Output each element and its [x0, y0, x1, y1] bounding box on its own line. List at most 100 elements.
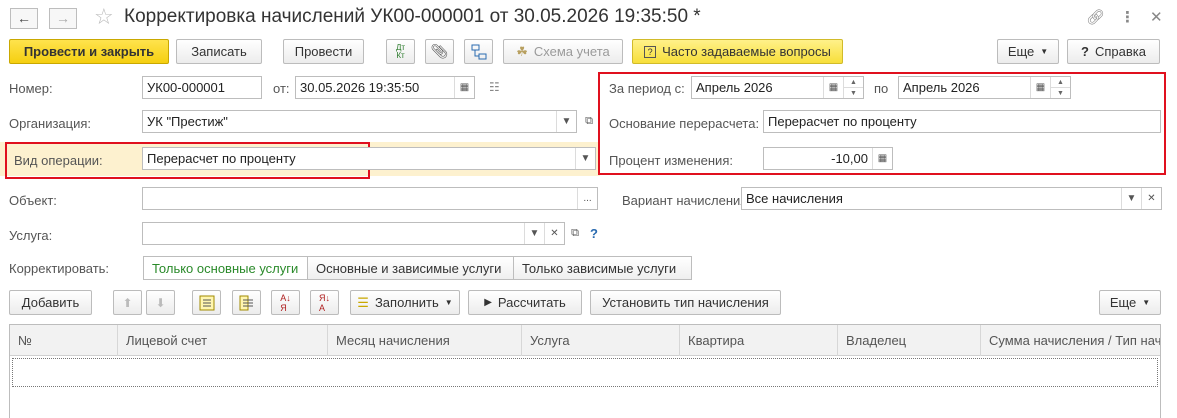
more-vertical-icon[interactable]: ⋮ [1120, 8, 1135, 26]
dt-kt-icon: Дт Кт [395, 42, 406, 60]
service-label: Услуга: [9, 228, 53, 243]
percent-field[interactable]: -10,00 ▦ [763, 147, 893, 170]
accounting-scheme-button[interactable]: ☘ Схема учета [503, 39, 623, 64]
calculate-button[interactable]: ▶ Рассчитать [468, 290, 582, 315]
structure-icon [471, 44, 486, 59]
open-icon[interactable]: ⧉ [566, 222, 584, 245]
variant-field[interactable]: Все начисления ▼ ✕ [741, 187, 1162, 210]
spin-buttons[interactable]: ▲ ▼ [1050, 77, 1070, 98]
column-apartment[interactable]: Квартира [680, 325, 838, 356]
column-number[interactable]: № [10, 325, 118, 356]
number-label: Номер: [9, 81, 53, 96]
dropdown-icon[interactable]: ▼ [556, 111, 576, 132]
table-more-button[interactable]: Еще ▼ [1099, 290, 1161, 315]
period-to-field[interactable]: Апрель 2026 ▦ ▲ ▼ [898, 76, 1071, 99]
period-label: За период с: [609, 81, 685, 96]
question-icon: ? [644, 45, 657, 58]
clear-icon[interactable]: ✕ [544, 223, 564, 244]
operation-label: Вид операции: [14, 153, 103, 168]
table-more-label: Еще [1109, 295, 1137, 310]
link-icon[interactable]: 🔗︎ [1086, 8, 1105, 26]
sort-asc-icon: А↓ Я [280, 292, 291, 313]
set-type-button[interactable]: Установить тип начисления [590, 290, 781, 315]
calculator-icon[interactable]: ▦ [872, 148, 892, 169]
operation-field[interactable]: Перерасчет по проценту ▼ [142, 147, 596, 170]
table-row[interactable] [12, 358, 1158, 387]
close-icon[interactable]: ✕ [1150, 8, 1163, 26]
uncheck-all-button[interactable] [232, 290, 261, 315]
paperclip-icon: 📎︎ [430, 43, 449, 59]
select-icon[interactable]: ... [577, 188, 597, 209]
fill-label: Заполнить [374, 295, 439, 310]
service-help-icon[interactable]: ? [590, 226, 598, 241]
date-value: 30.05.2026 19:35:50 [300, 80, 420, 95]
correct-label: Корректировать: [9, 261, 110, 276]
forward-button[interactable]: → [49, 8, 77, 29]
variant-label: Вариант начисления: [622, 193, 751, 208]
org-value: УК "Престиж" [147, 114, 228, 129]
accounting-scheme-label: Схема учета [533, 44, 610, 59]
org-field[interactable]: УК "Престиж" ▼ [142, 110, 577, 133]
save-button[interactable]: Записать [176, 39, 262, 64]
uncheck-all-icon [239, 295, 253, 310]
open-icon[interactable]: ⧉ [580, 110, 598, 133]
column-month[interactable]: Месяц начисления [328, 325, 522, 356]
sort-asc-button[interactable]: А↓ Я [271, 290, 300, 315]
period-to-value: Апрель 2026 [903, 80, 980, 95]
table-header: № Лицевой счет Месяц начисления Услуга К… [10, 325, 1160, 356]
post-button[interactable]: Провести [283, 39, 364, 64]
play-icon: ▶ [484, 297, 492, 308]
more-button[interactable]: Еще ▼ [997, 39, 1059, 64]
segment-dependent-only[interactable]: Только зависимые услуги [513, 256, 692, 280]
number-value: УК00-000001 [147, 80, 225, 95]
clear-icon[interactable]: ✕ [1141, 188, 1161, 209]
accruals-table[interactable]: № Лицевой счет Месяц начисления Услуга К… [9, 324, 1161, 418]
service-field[interactable]: ▼ ✕ [142, 222, 565, 245]
help-button[interactable]: ? Справка [1067, 39, 1160, 64]
dropdown-icon[interactable]: ▼ [575, 148, 595, 169]
column-owner[interactable]: Владелец [838, 325, 981, 356]
basis-field[interactable]: Перерасчет по проценту [763, 110, 1161, 133]
move-down-button[interactable]: ⬇︎ [146, 290, 175, 315]
calendar-icon[interactable]: ▦ [454, 77, 474, 98]
column-amount[interactable]: Сумма начисления / Тип нач [981, 325, 1160, 356]
calendar-icon[interactable]: ▦ [1030, 77, 1050, 98]
faq-button[interactable]: ? Часто задаваемые вопросы [632, 39, 843, 64]
column-account[interactable]: Лицевой счет [118, 325, 328, 356]
move-up-button[interactable]: ⬆︎ [113, 290, 142, 315]
number-field[interactable]: УК00-000001 [142, 76, 262, 99]
post-and-close-button[interactable]: Провести и закрыть [9, 39, 169, 64]
percent-label: Процент изменения: [609, 153, 733, 168]
segment-main-only[interactable]: Только основные услуги [143, 256, 308, 280]
check-all-button[interactable] [192, 290, 221, 315]
spin-buttons[interactable]: ▲ ▼ [843, 77, 863, 98]
help-icon: ? [1081, 44, 1089, 59]
column-service[interactable]: Услуга [522, 325, 680, 356]
date-field[interactable]: 30.05.2026 19:35:50 ▦ [295, 76, 475, 99]
basis-value: Перерасчет по проценту [768, 114, 917, 129]
org-label: Организация: [9, 116, 92, 131]
comment-icon[interactable]: ☷ [489, 80, 500, 94]
calendar-icon[interactable]: ▦ [823, 77, 843, 98]
add-button[interactable]: Добавить [9, 290, 92, 315]
sort-desc-button[interactable]: Я↓ А [310, 290, 339, 315]
scheme-icon: ☘ [516, 43, 528, 59]
dt-kt-button[interactable]: Дт Кт [386, 39, 415, 64]
back-button[interactable]: ← [10, 8, 38, 29]
fill-icon: ☰ [357, 294, 369, 310]
check-all-icon [199, 295, 214, 310]
segment-main-and-dependent[interactable]: Основные и зависимые услуги [307, 256, 514, 280]
structure-button[interactable] [464, 39, 493, 64]
dropdown-icon[interactable]: ▼ [1121, 188, 1141, 209]
object-field[interactable]: ... [142, 187, 598, 210]
period-to-label: по [874, 81, 889, 96]
fill-button[interactable]: ☰ Заполнить ▼ [350, 290, 460, 315]
period-from-field[interactable]: Апрель 2026 ▦ ▲ ▼ [691, 76, 864, 99]
faq-label: Часто задаваемые вопросы [662, 44, 831, 59]
attach-button[interactable]: 📎︎ [425, 39, 454, 64]
arrow-up-icon: ⬆︎ [122, 295, 133, 310]
star-icon[interactable]: ☆ [94, 4, 114, 30]
basis-label: Основание перерасчета: [609, 116, 760, 131]
dropdown-icon[interactable]: ▼ [524, 223, 544, 244]
chevron-down-icon: ▼ [444, 298, 453, 307]
